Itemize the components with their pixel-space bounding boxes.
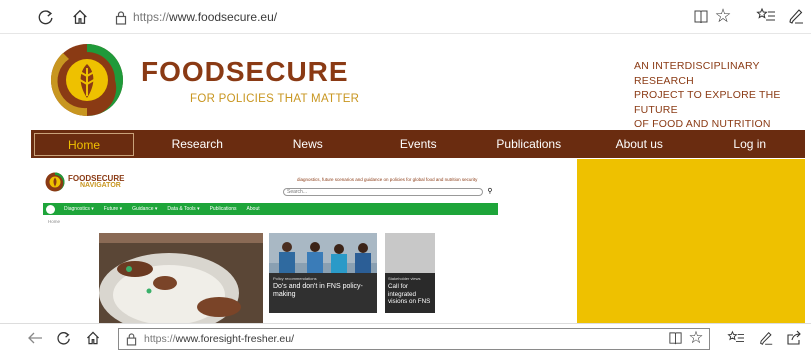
nav-item-about-us[interactable]: About us (584, 130, 695, 158)
photo-stakeholder-views[interactable]: Stakeholder views Call for integrated vi… (385, 233, 435, 313)
navigator-nav-diagnostics[interactable]: Diagnostics ▾ (64, 206, 94, 212)
foodsecure-site: FOODSECURE FOR POLICIES THAT MATTER AN I… (31, 34, 805, 323)
card-title[interactable]: Call for integrated visions on FNS (388, 283, 432, 306)
navigator-nav-bar: Diagnostics ▾ Future ▾ Guidance ▾ Data &… (43, 203, 498, 215)
navigator-logo (45, 172, 65, 192)
nav-item-publications[interactable]: Publications (474, 130, 585, 158)
favorite-star-icon[interactable]: ☆ (687, 328, 705, 346)
photo-hands-grain[interactable] (99, 233, 263, 323)
back-arrow-icon[interactable] (26, 329, 44, 347)
nav-item-log-in[interactable]: Log in (695, 130, 806, 158)
navigator-nav-future[interactable]: Future ▾ (104, 206, 122, 212)
tagline-line: PROJECT TO EXPLORE THE FUTURE (634, 89, 781, 116)
pen-icon[interactable] (757, 329, 775, 347)
site-slogan: FOR POLICIES THAT MATTER (190, 93, 360, 105)
favorite-star-icon[interactable]: ☆ (713, 6, 733, 26)
foodsecure-logo[interactable] (49, 42, 125, 118)
url-domain: www.foodsecure.eu/ (169, 10, 278, 24)
navigator-breadcrumb[interactable]: Home (48, 219, 60, 224)
home-icon[interactable] (84, 329, 102, 347)
url-domain: www.foresight-fresher.eu/ (175, 333, 294, 345)
card-caption: Policy recommendations Do's and don't in… (269, 273, 377, 313)
lock-icon (114, 8, 128, 26)
navigator-search-input[interactable]: Search... (283, 188, 483, 196)
navigator-nav-about[interactable]: About (247, 206, 260, 212)
address-bar[interactable]: https://www.foodsecure.eu/ (133, 10, 277, 24)
home-icon[interactable] (70, 7, 90, 27)
share-icon[interactable] (785, 329, 803, 347)
main-navigation: Home Research News Events Publications A… (31, 130, 805, 158)
refresh-icon[interactable] (55, 329, 73, 347)
lock-icon (125, 331, 137, 346)
address-text: https://www.foresight-fresher.eu/ (144, 333, 294, 345)
url-scheme: https:// (144, 333, 176, 345)
card-category: Stakeholder views (388, 276, 421, 281)
favorites-list-icon[interactable] (755, 6, 777, 26)
card-category: Policy recommendations (273, 276, 317, 281)
reading-view-icon[interactable] (667, 330, 683, 346)
navigator-nav-guidance[interactable]: Guidance ▾ (132, 206, 157, 212)
site-brand: FOODSECURE (141, 56, 349, 87)
tagline-line: AN INTERDISCIPLINARY RESEARCH (634, 60, 760, 87)
nav-item-home[interactable]: Home (34, 133, 134, 156)
favorites-list-icon[interactable] (726, 329, 746, 347)
card-title[interactable]: Do's and don't in FNS policy-making (273, 283, 373, 299)
reading-view-icon[interactable] (692, 8, 710, 26)
browser-toolbar-top: https://www.foodsecure.eu/ ☆ (0, 0, 811, 34)
url-scheme: https:// (133, 10, 170, 24)
navigator-nav-data-tools[interactable]: Data & Tools ▾ (167, 206, 199, 212)
pen-icon[interactable] (786, 6, 806, 26)
nav-item-news[interactable]: News (253, 130, 364, 158)
search-icon[interactable]: ⚲ (485, 188, 495, 196)
refresh-icon[interactable] (36, 7, 56, 27)
yellow-sidebar-panel (577, 159, 805, 323)
navigator-slide[interactable]: FOODSECURE NAVIGATOR diagnostics, future… (39, 167, 509, 323)
navigator-nav-publications[interactable]: Publications (210, 206, 237, 212)
navigator-brand-line2: NAVIGATOR (80, 182, 121, 189)
navigator-nav-logo-icon (46, 204, 55, 214)
nav-item-events[interactable]: Events (363, 130, 474, 158)
card-caption: Stakeholder views Call for integrated vi… (385, 273, 435, 313)
browser-toolbar-bottom: https://www.foresight-fresher.eu/ ☆ (0, 323, 811, 353)
photo-stakeholders[interactable]: Policy recommendations Do's and don't in… (269, 233, 377, 313)
navigator-description: diagnostics, future scenarios and guidan… (297, 177, 478, 182)
nav-item-research[interactable]: Research (142, 130, 253, 158)
